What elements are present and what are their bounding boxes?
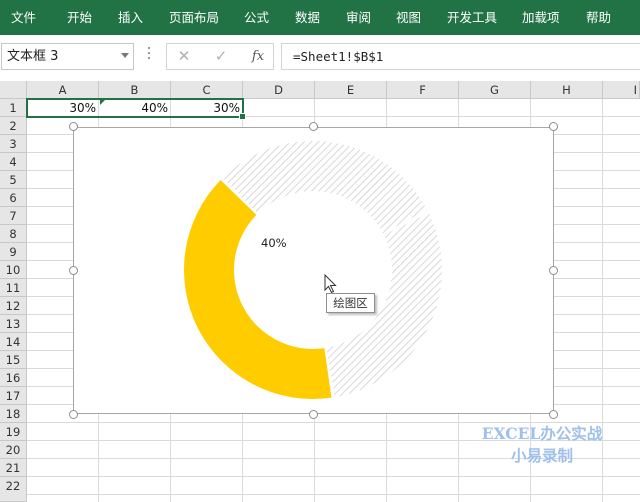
doughnut-slices — [183, 141, 443, 400]
resize-handle[interactable] — [69, 410, 78, 419]
resize-handle[interactable] — [309, 410, 318, 419]
resize-handle[interactable] — [549, 410, 558, 419]
plot-area-tooltip: 绘图区 — [326, 293, 375, 313]
data-label[interactable]: 40% — [261, 236, 287, 250]
watermark-line1: EXCEL办公实战 — [481, 424, 603, 443]
resize-handle[interactable] — [549, 122, 558, 131]
resize-handle[interactable] — [69, 266, 78, 275]
doughnut-slice-3[interactable] — [222, 141, 428, 234]
resize-handle[interactable] — [309, 122, 318, 131]
watermark: EXCEL办公实战 小易录制 — [480, 423, 604, 467]
resize-handle[interactable] — [549, 266, 558, 275]
mouse-pointer-icon — [324, 274, 337, 294]
resize-handle[interactable] — [69, 122, 78, 131]
watermark-line2: 小易录制 — [510, 446, 573, 465]
